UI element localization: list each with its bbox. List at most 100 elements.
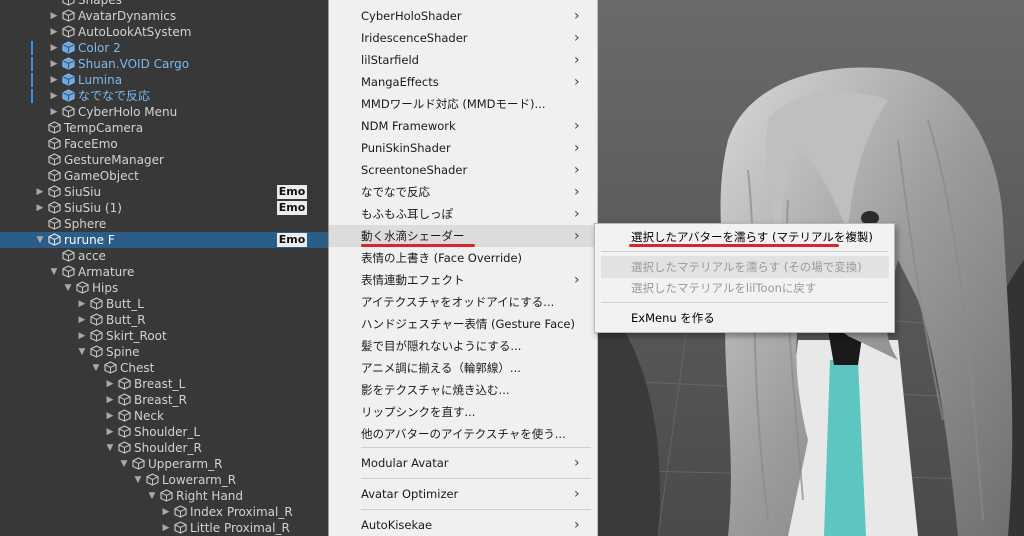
hierarchy-row[interactable]: GameObject <box>0 168 328 184</box>
foldout-collapsed-icon[interactable]: ▶ <box>49 56 59 72</box>
hierarchy-row-label: Breast_R <box>134 393 187 407</box>
foldout-collapsed-icon[interactable]: ▶ <box>49 72 59 88</box>
menu-item[interactable]: AutoKisekae › <box>329 514 597 536</box>
foldout-expanded-icon[interactable]: ▼ <box>105 440 115 456</box>
foldout-collapsed-icon[interactable]: ▶ <box>161 520 171 536</box>
hierarchy-row[interactable]: ▶ Neck <box>0 408 328 424</box>
hierarchy-row[interactable]: ▶ Lumina <box>0 72 328 88</box>
foldout-expanded-icon[interactable]: ▼ <box>147 488 157 504</box>
menu-item[interactable]: 表情連動エフェクト › <box>329 269 597 291</box>
menu-separator <box>361 447 591 448</box>
hierarchy-row[interactable]: Shapes <box>0 0 328 8</box>
menu-item[interactable]: アイテクスチャをオッドアイにする... <box>329 291 597 313</box>
foldout-expanded-icon[interactable]: ▼ <box>77 344 87 360</box>
hierarchy-row[interactable]: ▼ Armature <box>0 264 328 280</box>
menu-item[interactable]: MangaEffects › <box>329 71 597 93</box>
hierarchy-row[interactable]: ▼ Lowerarm_R <box>0 472 328 488</box>
gameobject-cube-icon <box>62 249 75 262</box>
menu-item[interactable]: ハンドジェスチャー表情 (Gesture Face) <box>329 313 597 335</box>
gameobject-cube-icon <box>48 201 61 214</box>
foldout-collapsed-icon[interactable]: ▶ <box>105 424 115 440</box>
foldout-collapsed-icon[interactable]: ▶ <box>105 408 115 424</box>
foldout-expanded-icon[interactable]: ▼ <box>119 456 129 472</box>
hierarchy-row-label: SiuSiu <box>64 185 102 199</box>
hierarchy-row[interactable]: ▼ Upperarm_R <box>0 456 328 472</box>
menu-item[interactable]: 髪で目が隠れないようにする... <box>329 335 597 357</box>
submenu-arrow-icon: › <box>574 52 580 68</box>
menu-item[interactable]: CyberHoloShader › <box>329 5 597 27</box>
foldout-collapsed-icon[interactable]: ▶ <box>35 184 45 200</box>
menu-item-label: アイテクスチャをオッドアイにする... <box>361 295 555 309</box>
hierarchy-row[interactable]: ▼ Spine <box>0 344 328 360</box>
foldout-collapsed-icon[interactable]: ▶ <box>77 328 87 344</box>
menu-item[interactable]: 他のアバターのアイテクスチャを使う... <box>329 423 597 445</box>
foldout-collapsed-icon[interactable]: ▶ <box>105 392 115 408</box>
foldout-collapsed-icon[interactable]: ▶ <box>77 296 87 312</box>
menu-item[interactable]: IridescenceShader › <box>329 27 597 49</box>
hierarchy-row[interactable]: ▶ Shuan.VOID Cargo <box>0 56 328 72</box>
foldout-collapsed-icon[interactable]: ▶ <box>49 104 59 120</box>
menu-item[interactable]: なでなで反応 › <box>329 181 597 203</box>
hierarchy-row[interactable]: Sphere <box>0 216 328 232</box>
foldout-expanded-icon[interactable]: ▼ <box>133 472 143 488</box>
foldout-collapsed-icon[interactable]: ▶ <box>49 88 59 104</box>
hierarchy-row[interactable]: acce <box>0 248 328 264</box>
menu-item[interactable]: Avatar Optimizer › <box>329 483 597 505</box>
foldout-collapsed-icon[interactable]: ▶ <box>35 200 45 216</box>
menu-item[interactable]: MMDワールド対応 (MMDモード)... <box>329 93 597 115</box>
foldout-collapsed-icon[interactable]: ▶ <box>49 24 59 40</box>
hierarchy-row-label: Hips <box>92 281 119 295</box>
hierarchy-row[interactable]: ▶ SiuSiu (1) Emo <box>0 200 328 216</box>
foldout-expanded-icon[interactable]: ▼ <box>63 280 73 296</box>
hierarchy-row[interactable]: ▶ Butt_R <box>0 312 328 328</box>
hierarchy-row[interactable]: ▶ なでなで反応 <box>0 88 328 104</box>
hierarchy-row[interactable]: FaceEmo <box>0 136 328 152</box>
foldout-expanded-icon[interactable]: ▼ <box>35 232 45 248</box>
menu-item[interactable]: リップシンクを直す... <box>329 401 597 423</box>
menu-item[interactable]: 表情の上書き (Face Override) <box>329 247 597 269</box>
foldout-collapsed-icon[interactable]: ▶ <box>105 376 115 392</box>
menu-item[interactable]: lilStarfield › <box>329 49 597 71</box>
hierarchy-row-label: Butt_L <box>106 297 144 311</box>
menu-item[interactable]: PuniSkinShader › <box>329 137 597 159</box>
hierarchy-row[interactable]: ▶ Skirt_Root <box>0 328 328 344</box>
hierarchy-row[interactable]: GestureManager <box>0 152 328 168</box>
hierarchy-row[interactable]: ▼ Shoulder_R <box>0 440 328 456</box>
menu-item[interactable]: 影をテクスチャに焼き込む... <box>329 379 597 401</box>
menu-item-label: PuniSkinShader <box>361 141 451 155</box>
foldout-collapsed-icon[interactable]: ▶ <box>49 8 59 24</box>
menu-item[interactable]: ScreentoneShader › <box>329 159 597 181</box>
hierarchy-row[interactable]: ▼ Right Hand <box>0 488 328 504</box>
foldout-collapsed-icon[interactable]: ▶ <box>161 504 171 520</box>
submenu-item-label: 選択したマテリアルを濡らす (その場で変換) <box>631 260 862 274</box>
hierarchy-row[interactable]: ▼ Hips <box>0 280 328 296</box>
foldout-expanded-icon[interactable]: ▼ <box>49 264 59 280</box>
gameobject-cube-icon <box>132 457 145 470</box>
hierarchy-row[interactable]: ▶ Butt_L <box>0 296 328 312</box>
hierarchy-row[interactable]: ▶ Breast_R <box>0 392 328 408</box>
hierarchy-row[interactable]: ▶ CyberHolo Menu <box>0 104 328 120</box>
hierarchy-row[interactable]: ▶ Index Proximal_R <box>0 504 328 520</box>
foldout-collapsed-icon[interactable]: ▶ <box>77 312 87 328</box>
menu-item[interactable]: NDM Framework › <box>329 115 597 137</box>
hierarchy-row[interactable]: ▶ Little Proximal_R <box>0 520 328 536</box>
hierarchy-row[interactable]: ▶ Color 2 <box>0 40 328 56</box>
hierarchy-row[interactable]: ▶ Breast_L <box>0 376 328 392</box>
hierarchy-row[interactable]: ▶ AutoLookAtSystem <box>0 24 328 40</box>
hierarchy-row-label: Upperarm_R <box>148 457 223 471</box>
hierarchy-row[interactable]: ▼ Chest <box>0 360 328 376</box>
submenu-item[interactable]: ExMenu を作る <box>595 307 894 329</box>
menu-item[interactable]: アニメ調に揃える（輪郭線）... <box>329 357 597 379</box>
foldout-expanded-icon[interactable]: ▼ <box>91 360 101 376</box>
hierarchy-row-selected[interactable]: ▼ rurune F Emo <box>0 232 328 248</box>
menu-item[interactable]: Modular Avatar › <box>329 452 597 474</box>
hierarchy-row-label: CyberHolo Menu <box>78 105 178 119</box>
annotation-underline <box>629 244 839 247</box>
menu-item[interactable]: もふもふ耳しっぽ › <box>329 203 597 225</box>
hierarchy-row[interactable]: ▶ AvatarDynamics <box>0 8 328 24</box>
hierarchy-row[interactable]: ▶ SiuSiu Emo <box>0 184 328 200</box>
foldout-collapsed-icon[interactable]: ▶ <box>49 40 59 56</box>
hierarchy-row[interactable]: TempCamera <box>0 120 328 136</box>
hierarchy-row-label: Spine <box>106 345 140 359</box>
hierarchy-row[interactable]: ▶ Shoulder_L <box>0 424 328 440</box>
